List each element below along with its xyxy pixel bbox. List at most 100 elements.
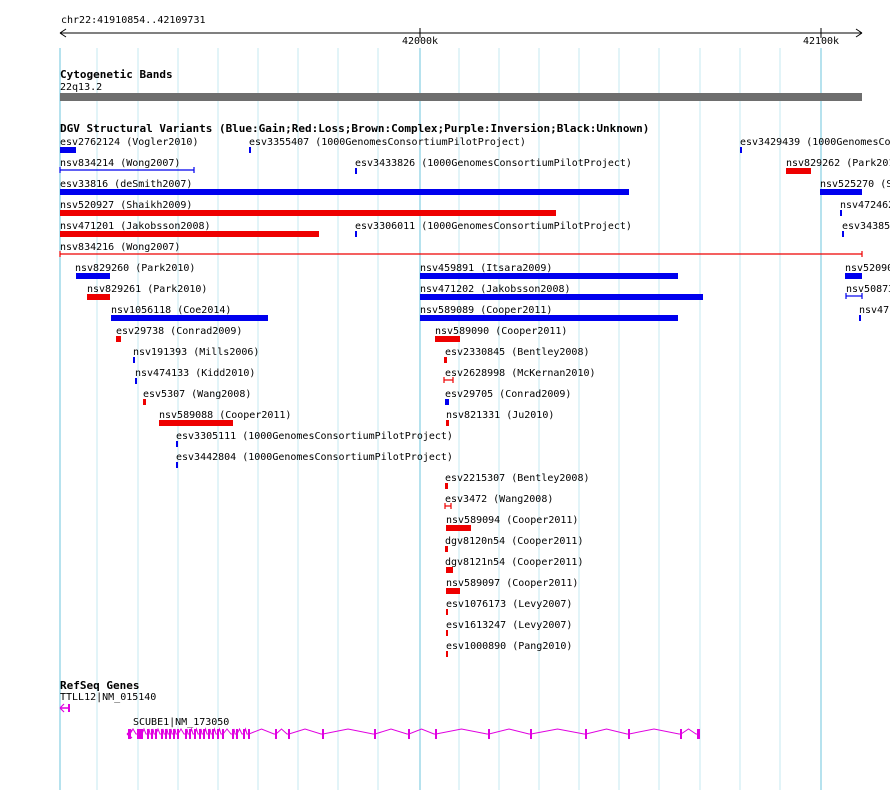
dgv-feature[interactable]: nsv829262 (Park2010)	[786, 158, 890, 174]
dgv-feature[interactable]: nsv474133 (Kidd2010)	[135, 368, 255, 384]
refseq-gene[interactable]: TTLL12|NM_015140	[59, 692, 156, 713]
dgv-feature-bar[interactable]	[446, 567, 453, 573]
dgv-feature-bar[interactable]	[445, 483, 448, 489]
gene-exon	[165, 729, 167, 739]
dgv-feature[interactable]: esv1613247 (Levy2007)	[446, 620, 572, 636]
dgv-feature[interactable]: esv1076173 (Levy2007)	[446, 599, 572, 615]
dgv-feature-bar[interactable]	[176, 462, 178, 468]
dgv-feature[interactable]: nsv1056118 (Coe2014)	[111, 305, 268, 321]
dgv-feature-bar[interactable]	[60, 231, 319, 237]
ruler-tick-label: 42100k	[803, 36, 839, 47]
dgv-feature[interactable]: nsv525270 (Shaikh2009)	[820, 179, 890, 195]
dgv-feature-bar[interactable]	[60, 147, 76, 153]
dgv-feature[interactable]: esv33816 (deSmith2007)	[60, 179, 629, 195]
dgv-feature-bar[interactable]	[446, 630, 448, 636]
dgv-feature[interactable]: nsv508731 (Kidd2010)	[845, 284, 890, 299]
cytoband-track[interactable]: Cytogenetic Bands 22q13.2	[60, 68, 862, 101]
dgv-feature-bar[interactable]	[446, 420, 449, 426]
dgv-feature[interactable]: nsv471201 (Jakobsson2008)	[60, 221, 319, 237]
dgv-feature-bar[interactable]	[444, 357, 447, 363]
dgv-feature[interactable]: nsv471202 (Jakobsson2008)	[420, 284, 703, 300]
dgv-feature[interactable]: esv3429439 (1000GenomesConsortiumPilotPr…	[740, 137, 890, 153]
dgv-feature-bar[interactable]	[159, 420, 233, 426]
dgv-feature[interactable]: dgv8120n54 (Cooper2011)	[445, 536, 583, 552]
dgv-feature-bar[interactable]	[446, 525, 471, 531]
dgv-feature[interactable]: esv2215307 (Bentley2008)	[445, 473, 590, 489]
dgv-feature[interactable]: nsv829260 (Park2010)	[75, 263, 195, 279]
dgv-feature-bar[interactable]	[355, 168, 357, 174]
dgv-feature-label: nsv472462 (Jakobsson2008)	[840, 200, 890, 211]
dgv-feature-bar[interactable]	[845, 273, 862, 279]
dgv-feature-bar[interactable]	[87, 294, 110, 300]
dgv-feature-label: nsv520927 (Shaikh2009)	[60, 200, 192, 211]
gene-exon	[147, 729, 149, 739]
dgv-feature-bar[interactable]	[133, 357, 135, 363]
gene-exon	[151, 729, 153, 739]
dgv-feature-bar[interactable]	[143, 399, 146, 405]
dgv-feature[interactable]: esv3306011 (1000GenomesConsortiumPilotPr…	[355, 221, 632, 237]
gene-exon	[212, 729, 214, 739]
dgv-feature-bar[interactable]	[76, 273, 110, 279]
dgv-feature[interactable]: nsv589089 (Cooper2011)	[420, 305, 678, 321]
dgv-feature[interactable]: nsv589097 (Cooper2011)	[446, 578, 578, 594]
dgv-feature[interactable]: esv3438533 (1000GenomesConsortiumPilotPr…	[842, 221, 890, 237]
dgv-feature[interactable]: nsv821331 (Ju2010)	[446, 410, 554, 426]
dgv-feature[interactable]: esv29738 (Conrad2009)	[116, 326, 242, 342]
dgv-feature[interactable]: esv29705 (Conrad2009)	[445, 389, 571, 405]
dgv-feature-bar[interactable]	[249, 147, 251, 153]
dgv-feature-bar[interactable]	[116, 336, 121, 342]
dgv-feature[interactable]: esv2628998 (McKernan2010)	[443, 368, 596, 383]
dgv-feature[interactable]: nsv589094 (Cooper2011)	[446, 515, 578, 531]
dgv-feature[interactable]: nsv191393 (Mills2006)	[133, 347, 259, 363]
dgv-feature-bar[interactable]	[176, 441, 178, 447]
dgv-feature[interactable]: esv2330845 (Bentley2008)	[444, 347, 590, 363]
dgv-track-title: DGV Structural Variants (Blue:Gain;Red:L…	[60, 122, 649, 135]
dgv-feature[interactable]: nsv472462 (Jakobsson2008)	[840, 200, 890, 216]
dgv-feature-bar[interactable]	[60, 189, 629, 195]
dgv-feature[interactable]: esv1000890 (Pang2010)	[446, 641, 572, 657]
dgv-feature[interactable]: dgv8121n54 (Cooper2011)	[445, 557, 583, 573]
dgv-feature[interactable]: esv5307 (Wang2008)	[143, 389, 251, 405]
dgv-feature-bar[interactable]	[842, 231, 844, 237]
dgv-feature[interactable]: nsv459891 (Itsara2009)	[420, 263, 678, 279]
dgv-feature-bar[interactable]	[446, 609, 448, 615]
cytoband-bar[interactable]	[60, 93, 862, 101]
gene-exon	[222, 729, 224, 739]
dgv-feature-label: esv5307 (Wang2008)	[143, 389, 251, 400]
gene-exon	[698, 729, 700, 739]
dgv-feature-bar[interactable]	[859, 315, 861, 321]
dgv-feature-bar[interactable]	[445, 399, 449, 405]
dgv-feature-bar[interactable]	[840, 210, 842, 216]
dgv-feature-bar[interactable]	[435, 336, 460, 342]
dgv-feature[interactable]: esv3433826 (1000GenomesConsortiumPilotPr…	[355, 158, 632, 174]
dgv-feature-bar[interactable]	[135, 378, 137, 384]
ruler[interactable]: chr22:41910854..42109731 42000k 42100k	[59, 15, 863, 47]
dgv-feature-bar[interactable]	[445, 546, 448, 552]
dgv-feature[interactable]: nsv834216 (Wong2007)	[59, 242, 863, 257]
dgv-feature[interactable]: nsv589088 (Cooper2011)	[159, 410, 291, 426]
dgv-feature-bar[interactable]	[740, 147, 742, 153]
dgv-feature-bar[interactable]	[446, 588, 460, 594]
dgv-feature-bar[interactable]	[446, 651, 448, 657]
dgv-feature[interactable]: nsv834214 (Wong2007)	[59, 158, 195, 173]
dgv-feature[interactable]: nsv829261 (Park2010)	[87, 284, 207, 300]
dgv-feature-bar[interactable]	[111, 315, 268, 321]
dgv-feature[interactable]: nsv589090 (Cooper2011)	[435, 326, 567, 342]
dgv-feature-bar[interactable]	[60, 210, 556, 216]
dgv-feature[interactable]: nsv471203 (Jakobsson2008)	[859, 305, 890, 321]
dgv-feature-bar[interactable]	[420, 294, 703, 300]
gene-label: SCUBE1|NM_173050	[133, 717, 229, 728]
refseq-gene[interactable]: SCUBE1|NM_173050	[126, 717, 700, 739]
dgv-feature-bar[interactable]	[820, 189, 862, 195]
dgv-feature-bar[interactable]	[420, 315, 678, 321]
dgv-feature[interactable]: nsv520927 (Shaikh2009)	[60, 200, 556, 216]
dgv-feature-bar[interactable]	[786, 168, 811, 174]
dgv-feature-bar[interactable]	[420, 273, 678, 279]
gene-exon	[161, 729, 163, 739]
dgv-feature[interactable]: nsv520905 (Shaikh2009)	[845, 263, 890, 279]
dgv-feature-label: esv29705 (Conrad2009)	[445, 389, 571, 400]
dgv-feature-label: esv3442804 (1000GenomesConsortiumPilotPr…	[176, 452, 453, 463]
dgv-feature[interactable]: esv3355407 (1000GenomesConsortiumPilotPr…	[249, 137, 526, 153]
gene-exon	[199, 729, 201, 739]
dgv-feature-bar[interactable]	[355, 231, 357, 237]
